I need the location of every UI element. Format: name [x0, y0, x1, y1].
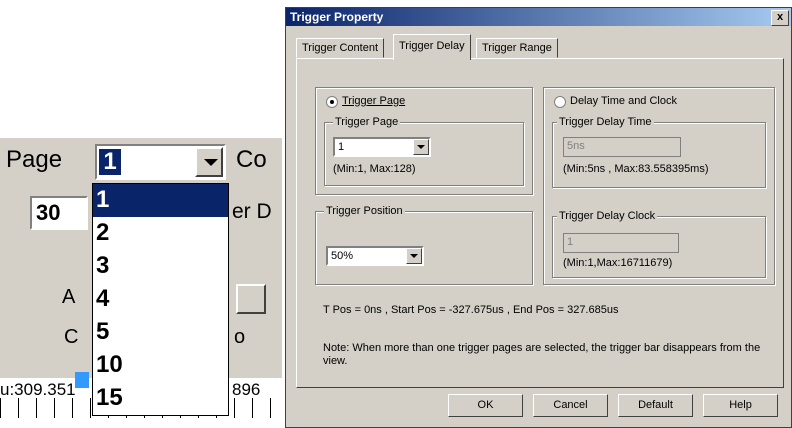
- trigger-page-group-title: Trigger Page: [333, 116, 401, 128]
- page-select[interactable]: 1: [95, 144, 226, 180]
- trigger-page-radio[interactable]: [326, 96, 338, 108]
- dropdown-item[interactable]: 2: [93, 217, 228, 250]
- trigger-position-group-title: Trigger Position: [324, 205, 405, 217]
- trigger-page-radio-label[interactable]: Trigger Page: [342, 95, 405, 107]
- page-dropdown-list[interactable]: 1 2 3 4 5 10 15: [92, 183, 229, 416]
- page-select-value: 1: [99, 149, 121, 175]
- dropdown-item[interactable]: 10: [93, 349, 228, 382]
- dropdown-item[interactable]: 15: [93, 382, 228, 415]
- trigger-page-select-value: 1: [338, 141, 345, 153]
- dropdown-item[interactable]: 5: [93, 316, 228, 349]
- ruler-left-value: u:309.351: [0, 380, 76, 399]
- tab-trigger-range[interactable]: Trigger Range: [476, 38, 558, 58]
- c-label: C: [64, 326, 79, 348]
- note-text: Note: When more than one trigger pages a…: [323, 342, 761, 367]
- trigger-delay-clock-input[interactable]: 1: [563, 233, 679, 253]
- position-info: T Pos = 0ns , Start Pos = -327.675us , E…: [323, 304, 619, 316]
- chevron-down-icon[interactable]: [236, 284, 266, 314]
- title-bar: Trigger Property x: [286, 8, 791, 26]
- trigger-position-group: Trigger Position 50%: [315, 205, 533, 285]
- cancel-button[interactable]: Cancel: [533, 394, 608, 417]
- trigger-delay-clock-range: (Min:1,Max:16711679): [563, 257, 673, 269]
- close-icon[interactable]: x: [771, 10, 789, 26]
- dropdown-item[interactable]: 1: [93, 184, 228, 217]
- chevron-down-icon[interactable]: [406, 248, 422, 264]
- dialog-title: Trigger Property: [290, 10, 384, 24]
- help-button[interactable]: Help: [703, 394, 778, 417]
- dropdown-item[interactable]: 3: [93, 250, 228, 283]
- er-label: er D: [232, 200, 272, 223]
- a-label: A: [62, 286, 76, 308]
- zoomed-toolbar-inset: Page 1 Co 30 er D A C o u:309.351 896 1 …: [0, 138, 282, 428]
- o-label: o: [234, 326, 246, 348]
- trigger-page-range: (Min:1, Max:128): [333, 163, 416, 175]
- trigger-delay-clock-title: Trigger Delay Clock: [557, 210, 658, 222]
- delay-time-clock-radio[interactable]: [554, 96, 566, 108]
- trigger-marker[interactable]: [75, 372, 89, 388]
- tab-trigger-delay[interactable]: Trigger Delay: [393, 34, 471, 60]
- trigger-delay-time-range: (Min:5ns , Max:83.558395ms): [563, 163, 709, 175]
- page-label: Page: [6, 146, 63, 173]
- ruler-right-value: 896: [232, 380, 261, 399]
- ok-button[interactable]: OK: [448, 394, 523, 417]
- trigger-delay-time-group: Trigger Delay Time 5ns (Min:5ns , Max:83…: [552, 116, 766, 188]
- trigger-delay-time-input[interactable]: 5ns: [563, 137, 681, 157]
- trigger-property-dialog: Trigger Property x Trigger Content Trigg…: [285, 7, 792, 428]
- trigger-delay-panel: Trigger Page Trigger Page 1 (Min:1, Max:…: [296, 58, 784, 388]
- dropdown-item[interactable]: 4: [93, 283, 228, 316]
- chevron-down-icon[interactable]: [195, 147, 223, 177]
- chevron-down-icon[interactable]: [413, 139, 429, 155]
- default-button[interactable]: Default: [618, 394, 693, 417]
- delay-time-clock-group: Delay Time and Clock Trigger Delay Time …: [543, 87, 775, 285]
- trigger-position-select[interactable]: 50%: [326, 246, 424, 266]
- tab-trigger-content[interactable]: Trigger Content: [296, 38, 385, 58]
- trigger-delay-time-title: Trigger Delay Time: [557, 116, 654, 128]
- trigger-delay-clock-group: Trigger Delay Clock 1 (Min:1,Max:1671167…: [552, 210, 766, 278]
- delay-time-clock-radio-label[interactable]: Delay Time and Clock: [570, 95, 677, 107]
- trigger-page-group: Trigger Page 1 (Min:1, Max:128): [324, 116, 524, 186]
- trigger-page-select[interactable]: 1: [333, 137, 431, 157]
- trigger-page-option-group: Trigger Page Trigger Page 1 (Min:1, Max:…: [315, 87, 533, 195]
- co-label: Co: [236, 146, 267, 173]
- trigger-position-select-value: 50%: [331, 250, 354, 262]
- count-input[interactable]: 30: [30, 196, 88, 230]
